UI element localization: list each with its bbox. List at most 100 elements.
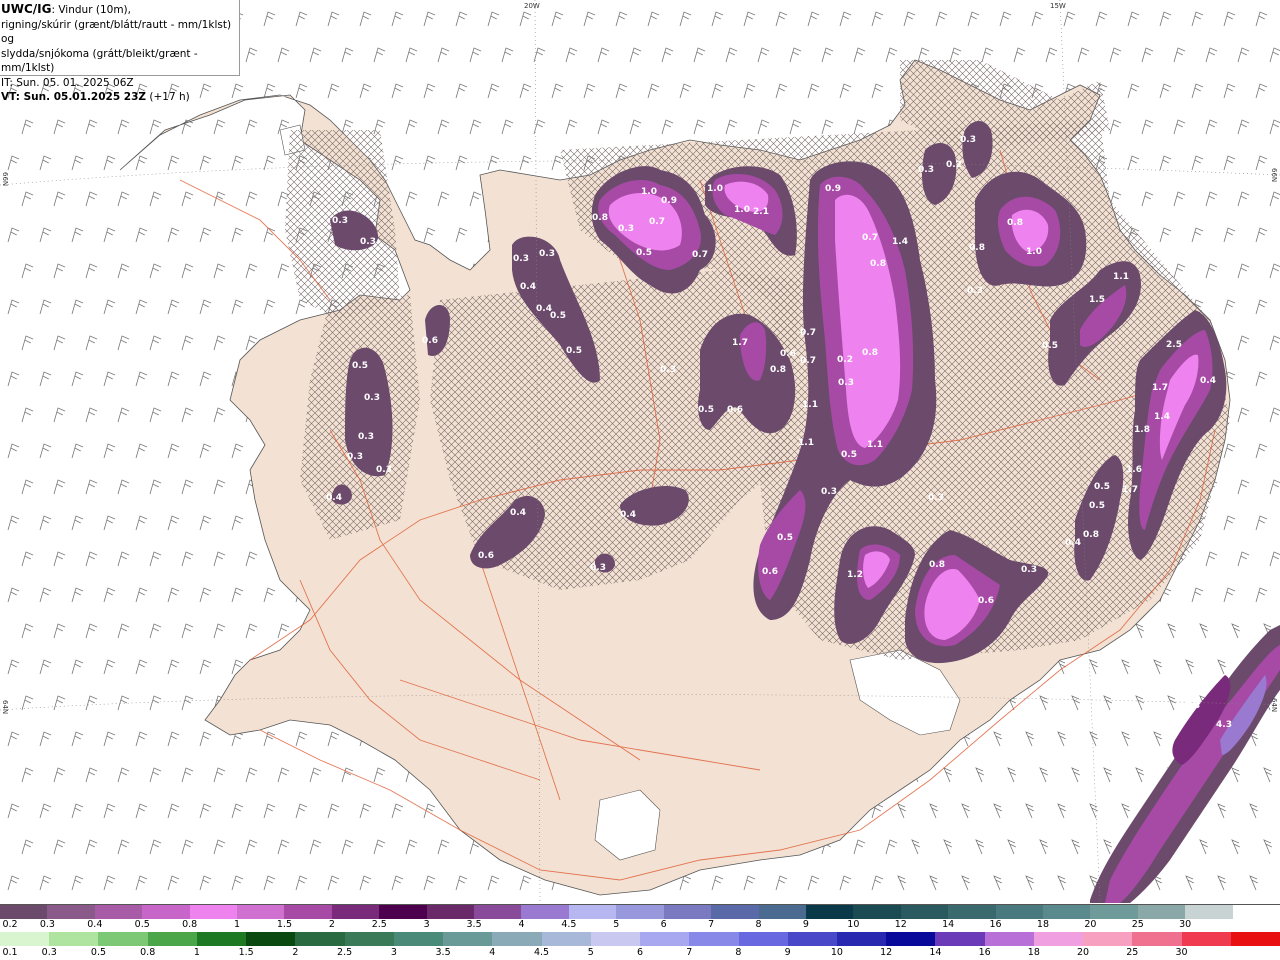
valid-time-bold: VT: Sun. 05.01.2025 23Z (1, 91, 147, 103)
legend-tick-label: 8 (735, 947, 742, 958)
precip-value: 0.7 (649, 217, 665, 227)
precip-value: 0.3 (918, 165, 934, 175)
legend-tick-label: 1.5 (276, 919, 292, 930)
precip-value: 0.8 (592, 213, 608, 223)
precip-value: 1.4 (892, 237, 908, 247)
legend-swatch (47, 905, 95, 919)
precip-value: 1.1 (798, 438, 814, 448)
precip-value: 0.6 (422, 336, 438, 346)
precip-value: 1.0 (707, 184, 723, 194)
precip-value: 0.8 (929, 560, 945, 570)
precip-value: 0.7 (800, 328, 816, 338)
legend-tick-label: 20 (1077, 947, 1090, 958)
precip-value: 0.6 (727, 405, 743, 415)
legend-tick-label: 1 (193, 947, 200, 958)
legend-swatch (787, 932, 837, 946)
legend-swatch (995, 905, 1043, 919)
legend-tick-label: 0.4 (87, 919, 103, 930)
legend-tick-label: 8 (755, 919, 762, 930)
legend-swatch (94, 905, 143, 919)
legend-tick-label: 0.8 (140, 947, 156, 958)
legend-tick-label: 0.3 (39, 919, 55, 930)
precip-value: 0.4 (510, 508, 526, 518)
legend-tick-label: 0.5 (134, 919, 150, 930)
precip-value: 0.3 (660, 365, 676, 375)
legend-swatch (49, 932, 99, 946)
forecast-offset: (+17 h) (146, 91, 190, 103)
legend-swatch (1230, 932, 1280, 946)
precip-value: 1.5 (1089, 295, 1105, 305)
precip-value: 0.3 (347, 452, 363, 462)
precip-value: 0.4 (326, 493, 342, 503)
legend-swatch (836, 932, 887, 946)
legend-swatch (758, 905, 806, 919)
snow-color-scale (0, 904, 1280, 919)
legend-swatch (738, 932, 788, 946)
legend-swatch (98, 932, 148, 946)
legend-tick-label: 0.1 (2, 947, 18, 958)
legend-tick-label: 1 (234, 919, 241, 930)
precip-value: 0.3 (364, 393, 380, 403)
precip-value: 0.8 (770, 365, 786, 375)
precip-value: 1.0 (1026, 247, 1042, 257)
legend-tick-label: 14 (942, 919, 955, 930)
legend-tick-label: 2.5 (337, 947, 353, 958)
precip-value: 2.5 (1166, 340, 1182, 350)
legend-tick-label: 6 (636, 947, 644, 958)
precip-value: 0.7 (692, 250, 708, 260)
precip-value: 0.4 (1200, 376, 1216, 386)
precip-value: 0.3 (376, 465, 392, 475)
precip-value: 0.3 (928, 493, 944, 503)
precip-value: 0.4 (1065, 538, 1081, 548)
precip-value: 0.5 (566, 346, 582, 356)
lat-label-66n-left: 66N (1, 172, 9, 186)
legend-tick-label: 2 (292, 947, 299, 958)
precip-value: 1.1 (802, 400, 818, 410)
precip-value: 1.7 (1122, 485, 1138, 495)
legend-swatch (1185, 905, 1233, 919)
precip-value: 1.7 (1152, 383, 1168, 393)
legend-swatch (344, 932, 394, 946)
precip-value: 0.8 (1083, 530, 1099, 540)
rain-color-scale (0, 932, 1280, 946)
legend-tick-label: 4 (518, 919, 525, 930)
legend-swatch (663, 905, 712, 919)
legend-swatch (0, 905, 48, 919)
precip-value: 0.6 (762, 567, 778, 577)
legend-swatch (935, 932, 985, 946)
legend-swatch (237, 905, 285, 919)
precip-value: 0.4 (620, 510, 636, 520)
precip-value: 0.3 (967, 286, 983, 296)
precip-value: 1.1 (867, 440, 883, 450)
legend-tick-label: 9 (802, 919, 809, 930)
legend-swatch (689, 932, 739, 946)
initial-time: IT: Sun. 05. 01. 2025 06Z (1, 76, 134, 89)
precip-value: 4.3 (1216, 720, 1232, 730)
legend-swatch (379, 905, 427, 919)
precip-value: 0.5 (698, 405, 714, 415)
precip-value: 0.3 (332, 216, 348, 226)
precip-value: 0.3 (821, 487, 837, 497)
legend-swatch (189, 905, 238, 919)
legend-swatch (246, 932, 296, 946)
precip-value: 2.4 (1184, 701, 1200, 711)
legend-swatch (900, 905, 949, 919)
legend-swatch (1090, 905, 1138, 919)
precip-value: 1.0 (734, 205, 750, 215)
precip-value: 0.3 (838, 378, 854, 388)
legend-tick-label: 4 (489, 947, 496, 958)
precip-value: 0.6 (780, 349, 796, 359)
legend-swatch (948, 905, 996, 919)
map-title: UWC/IG: Vindur (10m), (1, 2, 239, 18)
legend-swatch (1137, 905, 1186, 919)
legend-swatch (0, 932, 50, 946)
legend-swatch (1181, 932, 1231, 946)
precip-value: 0.8 (969, 243, 985, 253)
precip-value: 0.5 (550, 311, 566, 321)
snow-scale-labels: 0.2 0.3 0.4 0.5 0.8 1 1.5 2 2.5 3 3.5 4 4.5 5 6 7 8 9 10 12… (0, 919, 1280, 931)
precip-value: 0.9 (825, 184, 841, 194)
precip-value: 0.3 (960, 135, 976, 145)
legend-tick-label: 5 (613, 919, 620, 930)
precip-value: 0.5 (1089, 501, 1105, 511)
precip-value: 0.3 (618, 224, 634, 234)
